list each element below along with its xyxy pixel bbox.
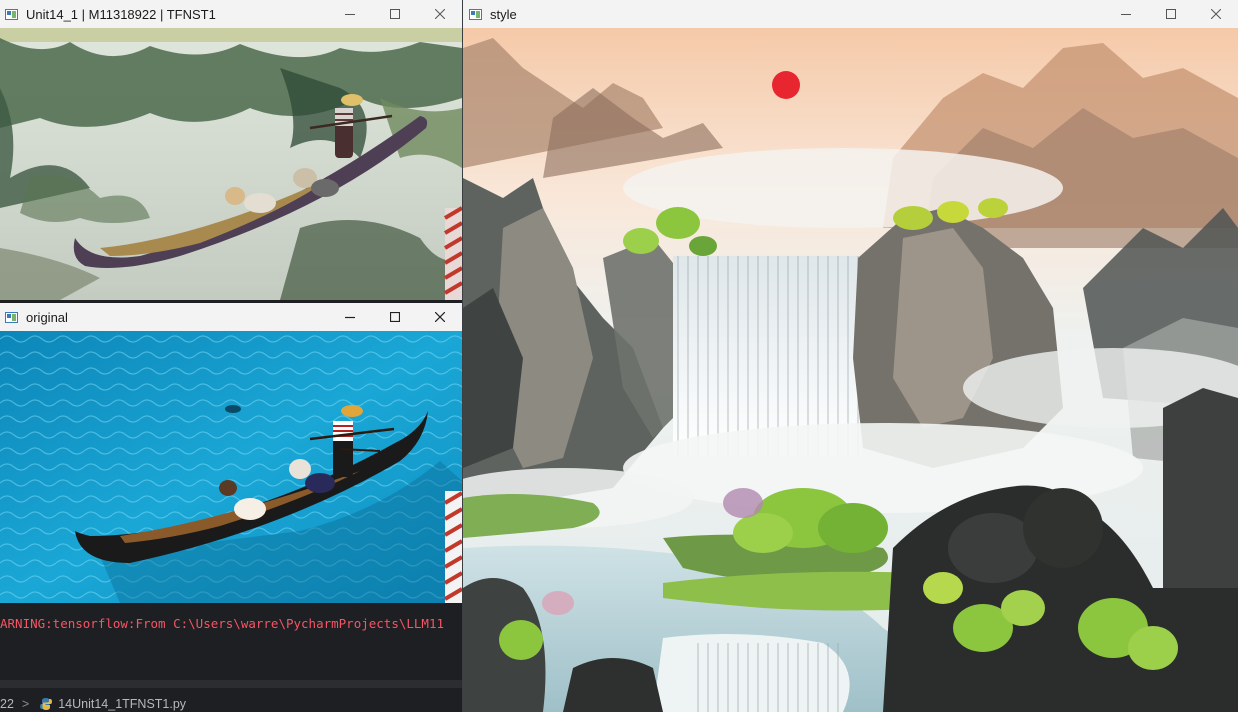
style-window[interactable]: style (463, 0, 1238, 712)
maximize-button[interactable] (1148, 0, 1193, 28)
maximize-icon (1165, 9, 1176, 19)
breadcrumb-file[interactable]: 14Unit14_1TFNST1.py (58, 697, 186, 711)
tensorflow-warning-line: ARNING:tensorflow:From C:\Users\warre\Py… (0, 616, 445, 631)
stylized-result-window[interactable]: Unit14_1 | M11318922 | TFNST1 (0, 0, 462, 300)
close-button[interactable] (417, 0, 462, 28)
minimize-button[interactable] (1103, 0, 1148, 28)
title-bar[interactable]: original (0, 303, 462, 331)
app-icon (5, 311, 18, 323)
maximize-button[interactable] (372, 0, 417, 28)
minimize-icon (344, 316, 355, 319)
title-bar[interactable]: Unit14_1 | M11318922 | TFNST1 (0, 0, 462, 28)
style-image (463, 28, 1238, 712)
breadcrumb-separator: > (21, 697, 30, 711)
close-button[interactable] (1193, 0, 1238, 28)
horizontal-scrollbar[interactable] (0, 680, 462, 688)
window-title: original (26, 309, 68, 325)
app-icon (5, 8, 18, 20)
close-icon (434, 312, 445, 322)
window-title: style (490, 6, 517, 22)
stylized-image (0, 28, 462, 300)
original-image (0, 331, 462, 603)
python-file-icon (39, 697, 53, 711)
run-console[interactable]: ARNING:tensorflow:From C:\Users\warre\Py… (0, 603, 462, 712)
original-window[interactable]: original (0, 303, 462, 603)
breadcrumb: 22 > 14Unit14_1TFNST1.py (0, 695, 186, 712)
window-title: Unit14_1 | M11318922 | TFNST1 (26, 6, 216, 22)
close-icon (1210, 9, 1221, 19)
maximize-button[interactable] (372, 303, 417, 331)
close-icon (434, 9, 445, 19)
minimize-button[interactable] (327, 303, 372, 331)
title-bar[interactable]: style (463, 0, 1238, 28)
breadcrumb-prefix: 22 (0, 697, 14, 711)
minimize-icon (1120, 14, 1131, 15)
maximize-icon (389, 312, 400, 322)
maximize-icon (389, 9, 400, 19)
app-icon (469, 8, 482, 20)
minimize-icon (344, 14, 355, 15)
close-button[interactable] (417, 303, 462, 331)
minimize-button[interactable] (327, 0, 372, 28)
